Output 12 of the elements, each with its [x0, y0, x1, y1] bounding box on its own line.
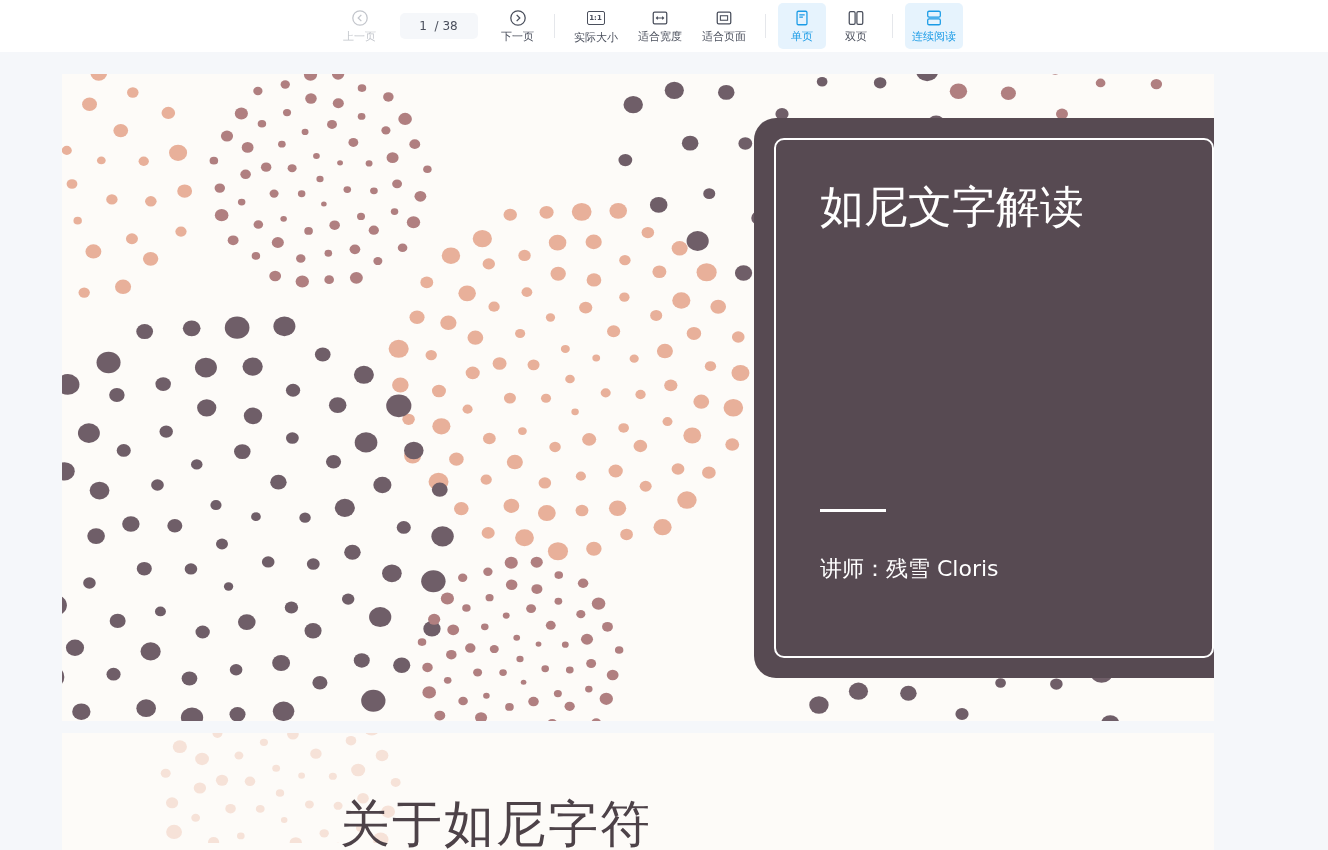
- page-number-field[interactable]: 1 / 38: [399, 13, 478, 39]
- next-page-button[interactable]: 下一页: [493, 3, 542, 49]
- presenter-name: 讲师：残雪 Cloris: [820, 555, 1000, 583]
- double-page-button[interactable]: 双页: [831, 3, 880, 49]
- two-pages-icon: [846, 8, 865, 27]
- slide-title: 如尼文字解读: [820, 180, 1085, 234]
- stacked-pages-icon: [924, 8, 943, 27]
- fit-page-button[interactable]: 适合页面: [694, 3, 753, 49]
- fit-width-button[interactable]: 适合宽度: [630, 3, 689, 49]
- chevron-left-icon: [350, 8, 369, 27]
- chevron-right-icon: [508, 8, 527, 27]
- slide-title: 关于如尼字符: [340, 794, 652, 850]
